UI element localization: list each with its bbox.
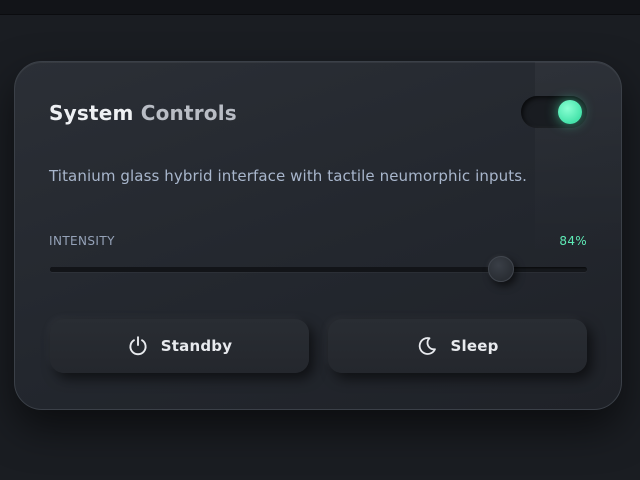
sleep-button[interactable]: Sleep [328, 319, 587, 373]
panel-sheen [535, 62, 621, 262]
power-toggle-knob[interactable] [558, 100, 582, 124]
top-bar [0, 0, 640, 15]
intensity-value: 84% [559, 234, 587, 248]
panel-description: Titanium glass hybrid interface with tac… [49, 167, 527, 185]
intensity-slider-thumb[interactable] [488, 256, 515, 282]
intensity-slider-fill [50, 267, 502, 272]
intensity-slider-track[interactable] [50, 256, 587, 282]
panel-title-primary: System [49, 101, 134, 125]
sleep-button-label: Sleep [450, 337, 499, 355]
intensity-label: INTENSITY [49, 234, 115, 248]
panel-title-secondary: Controls [140, 101, 237, 125]
moon-icon [416, 335, 438, 357]
panel-title: System Controls [49, 101, 237, 125]
power-toggle[interactable] [521, 96, 587, 128]
standby-button-label: Standby [160, 337, 233, 355]
standby-button[interactable]: Standby [50, 319, 309, 373]
system-controls-panel: System Controls Titanium glass hybrid in… [14, 61, 622, 410]
power-icon [127, 335, 149, 357]
